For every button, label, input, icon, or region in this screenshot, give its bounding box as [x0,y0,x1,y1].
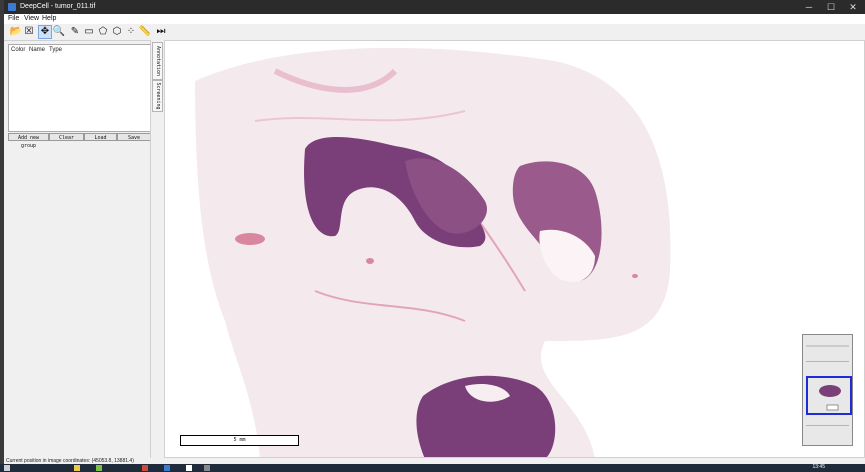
rectangle-tool-icon: ▭ [84,26,94,37]
minimap-thumbnail [803,335,852,445]
load-button[interactable]: Load [84,133,117,141]
tab-screening[interactable]: Screening [152,80,163,112]
app-icon [8,3,16,11]
tissue-image [165,41,864,457]
app-icon[interactable] [96,465,102,471]
start-icon[interactable] [4,465,10,471]
column-name[interactable]: Name [29,47,45,53]
menu-help[interactable]: Help [42,14,56,24]
browser-icon[interactable] [142,465,148,471]
pan-tool-button[interactable]: ✥ [38,25,52,39]
menu-bar: File View Help [4,14,865,24]
column-type[interactable]: Type [49,47,62,53]
pen-tool-icon: ✎ [70,26,80,37]
open-file-button[interactable]: 📂 [10,26,22,38]
polygon-tool-icon: ⬠ [98,26,108,37]
document-icon[interactable] [186,465,192,471]
polygon-edit-button[interactable]: ⬡ [111,26,123,38]
clear-button[interactable]: Clear [49,133,84,141]
title-bar: DeepCell - tumor_011.tif ─ ☐ ✕ [4,0,865,14]
zoom-tool-icon: 🔍 [52,26,66,37]
slide-viewer[interactable]: 5 mm [164,40,865,458]
clock: 13:45 [812,464,825,470]
save-button[interactable]: Save [117,133,151,141]
overview-minimap[interactable] [802,334,853,446]
open-file-icon: 📂 [9,26,23,37]
menu-view[interactable]: View [24,14,39,24]
step-button[interactable]: ⏭ [155,26,167,38]
window-title: DeepCell - tumor_011.tif [20,3,96,10]
app-window: DeepCell - tumor_011.tif ─ ☐ ✕ File View… [4,0,865,464]
add-group-button[interactable]: Add new group [8,133,49,149]
minimize-button[interactable]: ─ [798,0,820,14]
pen-tool-button[interactable]: ✎ [69,26,81,38]
points-tool-icon: ⁘ [126,26,136,37]
polygon-tool-button[interactable]: ⬠ [97,26,109,38]
points-tool-button[interactable]: ⁘ [125,26,137,38]
scale-bar-label: 5 mm [233,437,246,443]
close-file-icon: ☒ [24,26,34,37]
annotation-list[interactable]: Color Name Type [8,44,152,132]
ruler-tool-icon: 📏 [138,26,152,37]
rectangle-tool-button[interactable]: ▭ [83,26,95,38]
taskbar: 13:45 [0,464,865,472]
menu-file[interactable]: File [8,14,19,24]
column-color[interactable]: Color [11,47,25,53]
polygon-edit-icon: ⬡ [112,26,122,37]
close-file-button[interactable]: ☒ [23,26,35,38]
file-explorer-icon[interactable] [74,465,80,471]
deepcell-taskbar-icon[interactable] [204,465,210,471]
maximize-button[interactable]: ☐ [820,0,842,14]
annotation-buttons: Add new group Clear Load Save [8,133,151,149]
play-step-icon: ⏭ [156,26,166,37]
zoom-tool-button[interactable]: 🔍 [53,26,65,38]
tab-annotation[interactable]: Annotation [152,42,163,80]
pan-tool-icon: ✥ [40,26,50,37]
scale-bar: 5 mm [180,435,299,446]
mail-icon[interactable] [164,465,170,471]
toolbar: 📂 ☒ ✥ 🔍 ✎ ▭ ⬠ ⬡ ⁘ 📏 ⏭ [4,24,865,41]
close-button[interactable]: ✕ [842,0,864,14]
ruler-tool-button[interactable]: 📏 [139,26,151,38]
